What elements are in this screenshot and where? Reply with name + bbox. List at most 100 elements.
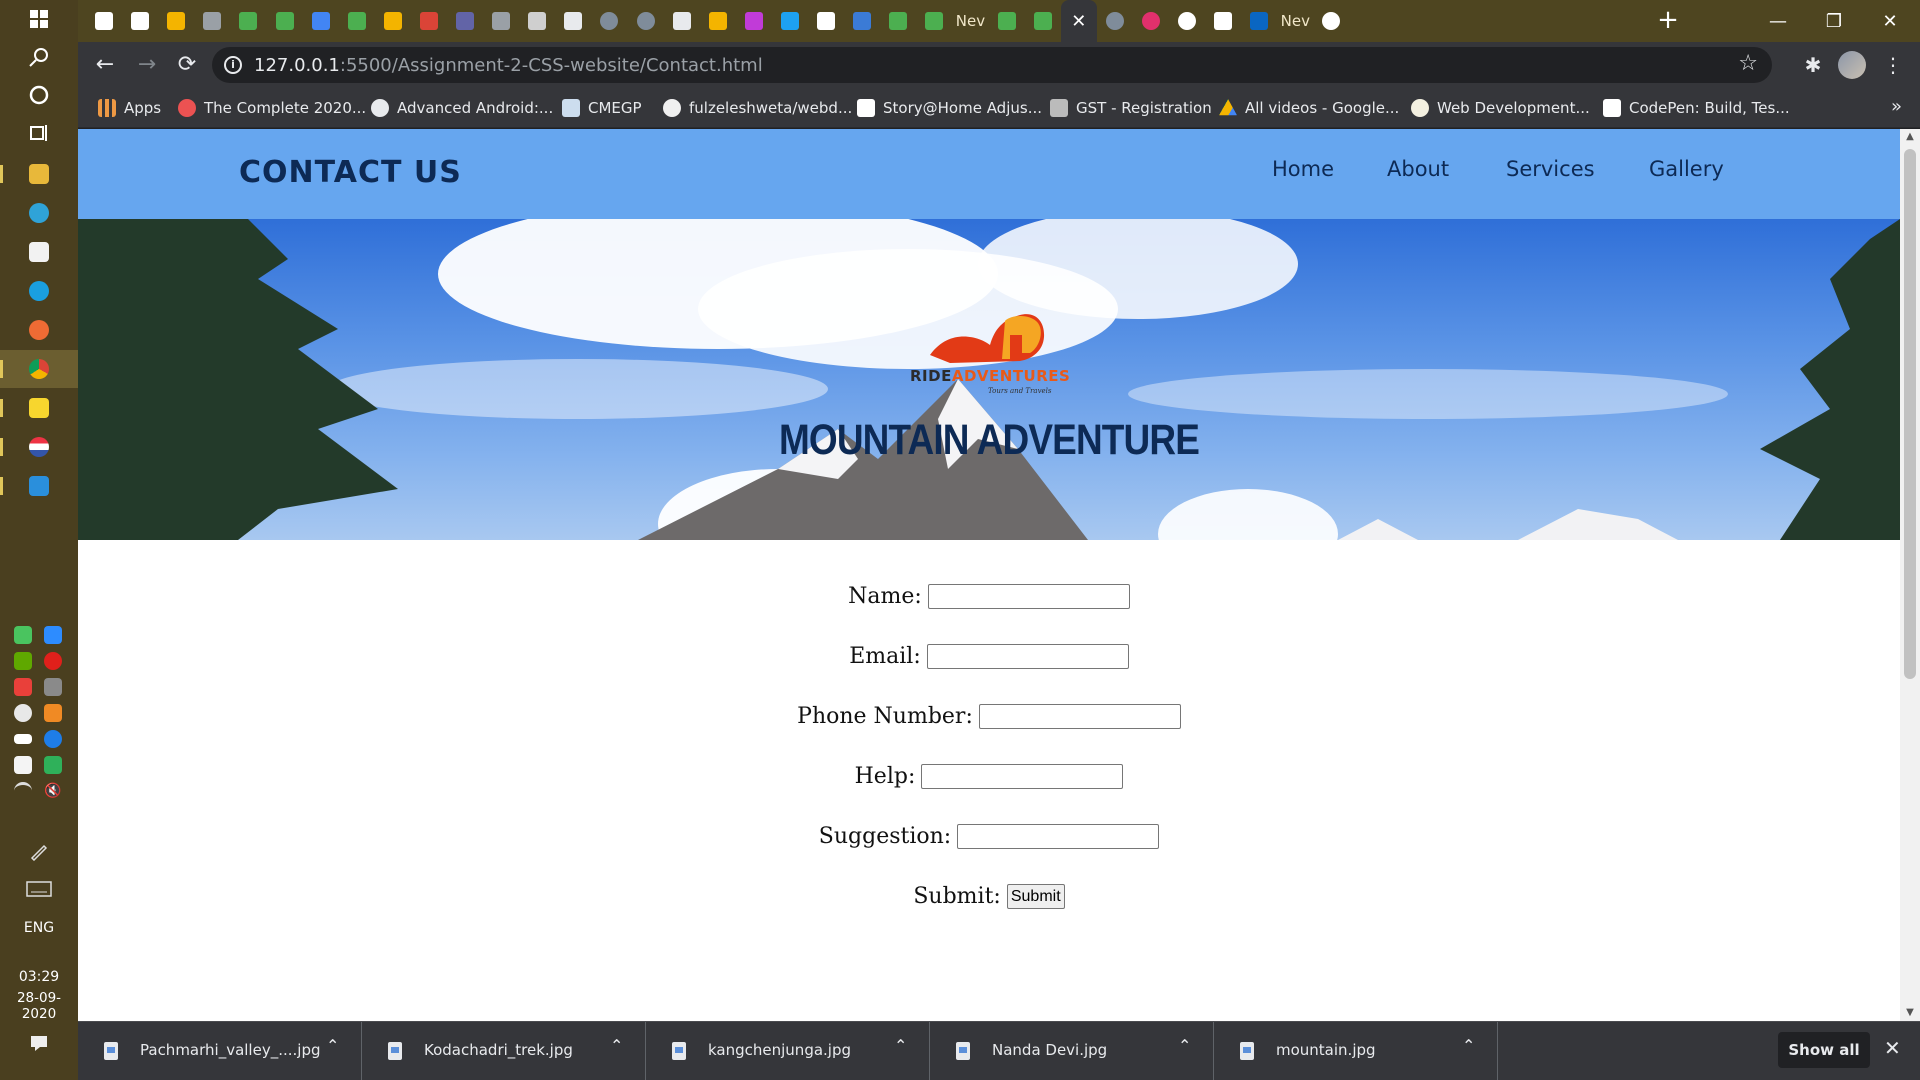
anydesk-tray-icon[interactable] [14, 678, 32, 696]
bookmark-udemy[interactable]: The Complete 2020... [178, 96, 366, 120]
download-item[interactable]: mountain.jpg ⌃ [1214, 1022, 1498, 1080]
action-center-button[interactable] [0, 1024, 78, 1062]
browser-tab[interactable] [303, 0, 339, 42]
wifi-tray-icon[interactable] [14, 782, 32, 800]
bookmarks-overflow-icon[interactable]: » [1891, 96, 1902, 117]
nav-gallery-link[interactable]: Gallery [1649, 157, 1724, 181]
browser-tab[interactable] [1133, 0, 1169, 42]
browser-tab[interactable] [122, 0, 158, 42]
restore-button[interactable]: ❐ [1806, 0, 1862, 42]
extensions-icon[interactable]: ✱ [1798, 50, 1828, 80]
bookmark-webdev[interactable]: Web Development... [1411, 96, 1590, 120]
browser-tab[interactable] [591, 0, 627, 42]
url-text[interactable]: 127.0.0.1:5500/Assignment-2-CSS-website/… [254, 55, 763, 76]
browser-tab[interactable] [158, 0, 194, 42]
chevron-up-icon[interactable]: ⌃ [610, 1036, 623, 1055]
browser-tab[interactable] [664, 0, 700, 42]
browser-tab[interactable] [1097, 0, 1133, 42]
reload-icon[interactable]: ⟳ [172, 50, 202, 80]
browser-tab[interactable] [916, 0, 952, 42]
browser-tab[interactable] [880, 0, 916, 42]
browser-tab[interactable] [447, 0, 483, 42]
browser-tab[interactable] [844, 0, 880, 42]
cortana-button[interactable] [0, 76, 78, 114]
store-button[interactable] [0, 233, 78, 271]
scroll-up-icon[interactable]: ▲ [1904, 131, 1916, 143]
whatsapp-tray-icon[interactable] [14, 626, 32, 644]
page-scrollbar[interactable]: ▲ ▼ [1900, 129, 1920, 1021]
search-button[interactable] [0, 38, 78, 76]
show-all-button[interactable]: Show all [1778, 1032, 1870, 1068]
clock-time[interactable]: 03:29 [0, 969, 78, 985]
bookmark-android[interactable]: Advanced Android:... [371, 96, 553, 120]
bookmark-github[interactable]: fulzeleshweta/webd... [663, 96, 852, 120]
java-tray-icon[interactable] [44, 704, 62, 722]
chevron-up-icon[interactable]: ⌃ [326, 1036, 339, 1055]
chevron-up-icon[interactable]: ⌃ [894, 1036, 907, 1055]
vscode-button[interactable] [0, 467, 78, 505]
browser-tab[interactable] [375, 0, 411, 42]
defender-tray-icon[interactable] [14, 756, 32, 774]
bookmark-apps[interactable]: Apps [98, 96, 161, 120]
profile-avatar[interactable] [1838, 51, 1866, 79]
browser-tab[interactable] [1169, 0, 1205, 42]
onedrive-tray-icon[interactable] [14, 704, 32, 722]
forward-icon[interactable]: → [132, 50, 162, 80]
scrollbar-thumb[interactable] [1904, 149, 1916, 679]
browser-tab[interactable] [555, 0, 591, 42]
phone-field[interactable] [978, 704, 1181, 729]
new-tab-button[interactable]: + [1653, 6, 1683, 36]
pen-workspace-button[interactable] [0, 832, 78, 870]
edge-button[interactable] [0, 194, 78, 232]
chevron-up-icon[interactable]: ⌃ [1178, 1036, 1191, 1055]
nvidia-tray-icon[interactable] [14, 652, 32, 670]
minimize-button[interactable]: — [1750, 0, 1806, 42]
browser-tab[interactable] [339, 0, 375, 42]
qbittorrent-tray-icon[interactable] [44, 756, 62, 774]
browser-tab[interactable] [1313, 0, 1349, 42]
bookmark-drive[interactable]: All videos - Google... [1219, 96, 1399, 120]
nav-services-link[interactable]: Services [1506, 157, 1595, 181]
browser-tab[interactable] [194, 0, 230, 42]
back-icon[interactable]: ← [90, 50, 120, 80]
submit-button[interactable]: Submit [1006, 884, 1065, 909]
battery-tray-icon[interactable] [14, 734, 32, 744]
close-icon[interactable]: ✕ [1884, 1036, 1901, 1060]
download-item[interactable]: Nanda Devi.jpg ⌃ [930, 1022, 1214, 1080]
language-indicator[interactable]: ENG [0, 920, 78, 936]
email-field[interactable] [926, 644, 1129, 669]
link-tray-icon[interactable] [44, 678, 62, 696]
bookmark-cmegp[interactable]: CMEGP [562, 96, 642, 120]
browser-tab[interactable] [1241, 0, 1277, 42]
close-icon[interactable]: ✕ [1071, 11, 1086, 32]
browser-tab[interactable] [1025, 0, 1061, 42]
download-item[interactable]: Pachmarhi_valley_....jpg ⌃ [78, 1022, 362, 1080]
window-close-button[interactable]: ✕ [1862, 0, 1918, 42]
touch-keyboard-button[interactable] [0, 870, 78, 908]
download-item[interactable]: kangchenjunga.jpg ⌃ [646, 1022, 930, 1080]
browser-tab[interactable]: Nev [952, 0, 988, 42]
tab-active[interactable]: ✕ [1060, 0, 1097, 42]
suggestion-field[interactable] [957, 824, 1160, 849]
site-info-icon[interactable]: i [224, 56, 242, 74]
bookmark-codepen[interactable]: CodePen: Build, Tes... [1603, 96, 1790, 120]
bookmark-gst[interactable]: GST - Registration [1050, 96, 1212, 120]
bookmark-amazon[interactable]: Story@Home Adjus... [857, 96, 1042, 120]
help-field[interactable] [921, 764, 1124, 789]
browser-tab[interactable] [483, 0, 519, 42]
browser-tab[interactable] [230, 0, 266, 42]
nav-home-link[interactable]: Home [1272, 157, 1334, 181]
chevron-up-icon[interactable]: ⌃ [1462, 1036, 1475, 1055]
app-button[interactable] [0, 428, 78, 466]
browser-tab[interactable]: Nev [1277, 0, 1313, 42]
task-view-button[interactable] [0, 114, 78, 152]
browser-tab[interactable] [1205, 0, 1241, 42]
clock-date[interactable]: 28-09-2020 [0, 990, 78, 1022]
sticky-notes-button[interactable] [0, 389, 78, 427]
browser-tab[interactable] [808, 0, 844, 42]
name-field[interactable] [927, 584, 1130, 609]
browser-tab[interactable] [86, 0, 122, 42]
browser-tab[interactable] [267, 0, 303, 42]
nav-about-link[interactable]: About [1387, 157, 1449, 181]
zoom-tray-icon[interactable] [44, 626, 62, 644]
